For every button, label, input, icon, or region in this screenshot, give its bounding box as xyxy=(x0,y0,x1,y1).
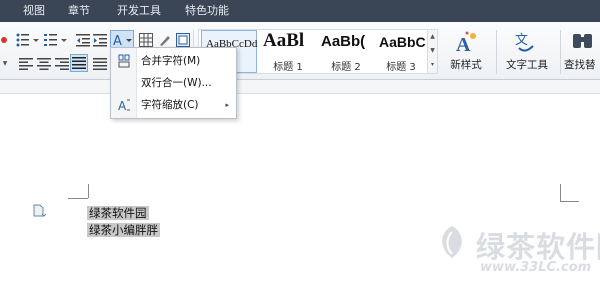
margin-corner-left-vertical xyxy=(88,184,89,198)
table-grid-icon xyxy=(139,33,153,47)
text-tools-button[interactable]: 文 文字工具 xyxy=(499,28,555,74)
align-right-icon xyxy=(55,58,69,70)
watermark-url: www.33LC.com xyxy=(480,260,592,275)
character-scale-icon: A xyxy=(117,98,131,112)
style-sample-heading-2: AaBb( xyxy=(321,33,366,50)
text-tools-label: 文字工具 xyxy=(506,59,548,71)
justify-icon xyxy=(72,57,86,69)
distributed-align-button[interactable] xyxy=(91,55,109,73)
justify-button[interactable] xyxy=(70,54,88,72)
increase-indent-icon xyxy=(93,34,107,47)
gallery-scroll[interactable]: ▲ ▼ ▾ xyxy=(427,30,437,73)
ribbon-bottom-strip xyxy=(0,80,600,94)
merge-characters-icon xyxy=(117,54,131,68)
menu-item-label: 双行合一(W)... xyxy=(141,77,212,89)
margin-corner-right-vertical xyxy=(560,184,561,202)
align-center-icon xyxy=(37,58,51,70)
decrease-indent-button[interactable] xyxy=(74,31,92,49)
style-tile-heading-3[interactable]: AaBbC 标题 3 xyxy=(375,30,427,73)
align-center-button[interactable] xyxy=(35,55,53,73)
menu-special-features[interactable]: 特色功能 xyxy=(185,0,229,22)
menu-item-two-lines-in-one[interactable]: 双行合一(W)... xyxy=(111,72,236,94)
menu-developer-tools[interactable]: 开发工具 xyxy=(117,0,161,22)
pencil-icon xyxy=(160,36,170,46)
numbered-list-icon xyxy=(44,34,67,46)
submenu-arrow-icon: ▸ xyxy=(225,101,229,109)
svg-text:A: A xyxy=(113,34,122,47)
align-left-icon xyxy=(19,58,33,70)
document-icon xyxy=(33,204,47,217)
partial-left-icon[interactable] xyxy=(0,31,10,49)
watermark-logo-icon xyxy=(442,226,462,258)
style-tile-heading-1[interactable]: AaBl 标题 1 xyxy=(259,30,317,73)
partial-red-icon xyxy=(1,37,7,43)
increase-indent-button[interactable] xyxy=(91,31,109,49)
menu-bar: 视图 章节 开发工具 特色功能 xyxy=(0,0,600,22)
document-line[interactable]: 绿茶软件园 xyxy=(87,206,149,220)
find-replace-button[interactable]: 查找替 xyxy=(564,28,600,74)
new-style-label: 新样式 xyxy=(450,59,482,71)
margin-corner-right-horizontal xyxy=(561,201,579,202)
decrease-indent-icon xyxy=(76,34,90,47)
character-scale-menu: 合并字符(M) 双行合一(W)... A 字符缩放(C) ▸ xyxy=(110,47,237,119)
text-box-icon xyxy=(176,33,190,47)
style-sample-heading-1: AaBl xyxy=(263,30,305,51)
numbered-list-button[interactable] xyxy=(43,31,69,49)
expand-gallery-icon[interactable]: ▾ xyxy=(428,58,437,72)
partial-left-dropdown[interactable]: ▼ xyxy=(0,54,10,72)
text-tools-icon: 文 xyxy=(515,33,534,52)
ribbon-separator xyxy=(496,30,497,74)
distributed-align-icon xyxy=(93,58,107,70)
paragraph-marker[interactable] xyxy=(32,204,47,218)
menu-item-label: 字符缩放(C) xyxy=(141,99,199,111)
svg-text:文: 文 xyxy=(515,33,528,48)
scroll-down-icon[interactable]: ▼ xyxy=(428,44,437,58)
svg-text:A: A xyxy=(118,99,127,112)
character-scale-icon: A xyxy=(113,34,132,47)
align-right-button[interactable] xyxy=(53,55,71,73)
ribbon-separator xyxy=(560,30,561,74)
style-name-heading-1: 标题 1 xyxy=(273,62,303,73)
document-line[interactable]: 绿茶小编胖胖 xyxy=(87,223,160,237)
new-style-icon: A xyxy=(456,31,476,56)
style-name-heading-2: 标题 2 xyxy=(331,62,361,73)
watermark: 绿茶软件园 www.33LC.com xyxy=(432,222,600,292)
scroll-up-icon[interactable]: ▲ xyxy=(428,30,437,44)
chevron-down-icon: ▼ xyxy=(2,59,8,67)
menu-item-merge-characters[interactable]: 合并字符(M) xyxy=(111,50,236,72)
find-replace-label: 查找替 xyxy=(564,59,596,71)
margin-corner-left-horizontal xyxy=(68,198,88,199)
menu-item-character-scale[interactable]: A 字符缩放(C) ▸ xyxy=(111,94,236,116)
style-tile-heading-2[interactable]: AaBb( 标题 2 xyxy=(317,30,375,73)
bullet-list-button[interactable] xyxy=(15,31,41,49)
bullet-list-icon xyxy=(16,33,39,47)
svg-text:A: A xyxy=(456,34,471,56)
menu-item-label: 合并字符(M) xyxy=(141,55,201,67)
align-left-button[interactable] xyxy=(17,55,35,73)
binoculars-icon xyxy=(573,34,592,48)
style-sample-heading-3: AaBbC xyxy=(379,34,426,50)
menu-section[interactable]: 章节 xyxy=(68,0,90,22)
new-style-button[interactable]: A 新样式 xyxy=(441,28,491,74)
menu-view[interactable]: 视图 xyxy=(23,0,45,22)
style-name-heading-3: 标题 3 xyxy=(386,62,416,73)
